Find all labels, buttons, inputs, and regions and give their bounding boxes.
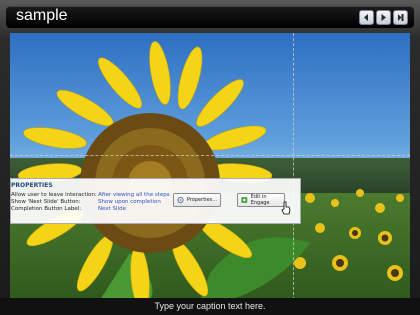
sunflower-image xyxy=(17,41,404,300)
title-bar: sample xyxy=(6,6,414,28)
properties-heading: PROPERTIES xyxy=(11,182,53,189)
next-button[interactable] xyxy=(393,10,408,25)
prev-icon xyxy=(364,14,368,21)
next-icon xyxy=(398,14,404,21)
property-value-leave: After viewing all the steps xyxy=(98,192,170,198)
property-label-next-button: Show 'Next Slide' Button: xyxy=(11,199,81,205)
caption-text[interactable]: Type your caption text here. xyxy=(0,301,420,311)
guide-line-horizontal xyxy=(10,155,410,156)
properties-button[interactable]: Properties... xyxy=(173,193,221,207)
properties-panel: PROPERTIES Allow user to leave interacti… xyxy=(10,178,301,224)
engage-icon xyxy=(241,197,248,203)
prev-button[interactable] xyxy=(359,10,374,25)
edit-button-label: Edit in Engage xyxy=(250,194,270,206)
gear-icon xyxy=(177,196,184,204)
navigation-controls xyxy=(359,10,408,25)
caption-bar: Type your caption text here. xyxy=(0,298,420,315)
hand-cursor-icon xyxy=(281,201,291,215)
play-button[interactable] xyxy=(376,10,391,25)
property-value-next-button: Show upon completion xyxy=(98,199,161,205)
guide-line-vertical xyxy=(293,33,294,300)
player-frame: sample PROPERTIES Allow user to leave in… xyxy=(0,0,420,315)
play-icon xyxy=(381,14,386,21)
property-label-leave: Allow user to leave interaction: xyxy=(11,192,97,198)
window-title: sample xyxy=(16,7,68,24)
properties-button-label: Properties... xyxy=(186,197,217,203)
slide-area: PROPERTIES Allow user to leave interacti… xyxy=(10,33,410,300)
property-value-completion: Next Slide xyxy=(98,206,126,212)
edit-in-engage-button[interactable]: Edit in Engage xyxy=(237,193,285,207)
property-label-completion: Completion Button Label: xyxy=(11,206,82,212)
